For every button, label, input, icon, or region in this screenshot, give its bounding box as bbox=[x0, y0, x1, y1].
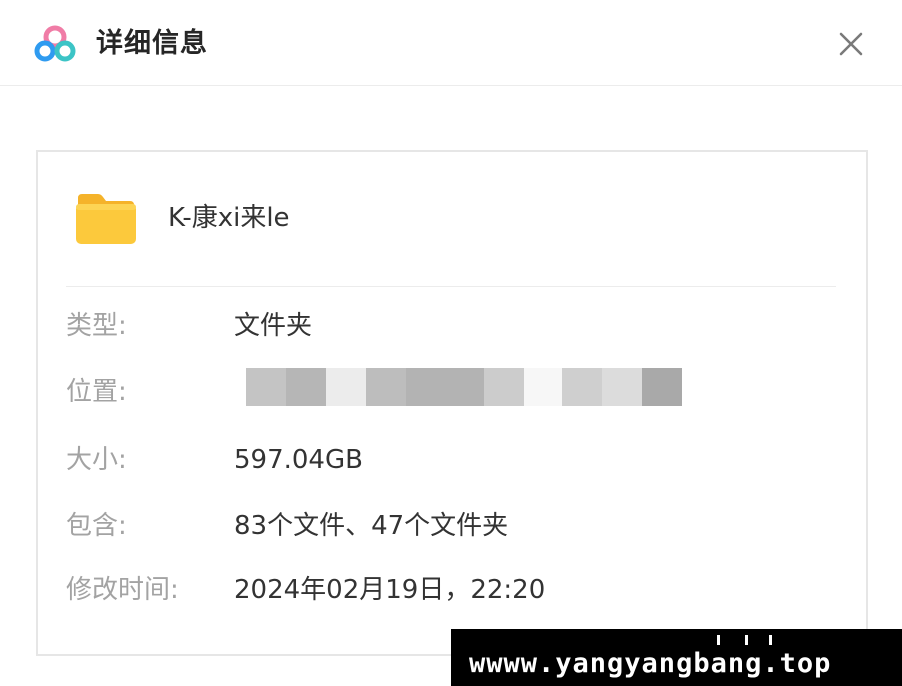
type-value: 文件夹 bbox=[234, 311, 313, 341]
size-label: 大小: bbox=[66, 445, 127, 475]
dialog-title: 详细信息 bbox=[96, 28, 208, 59]
info-panel: K-康xi来le 类型: 文件夹 位置: 大小: 597.04GB 包含: 83… bbox=[36, 150, 868, 656]
close-icon[interactable] bbox=[833, 26, 869, 62]
modified-label: 修改时间: bbox=[66, 575, 179, 605]
cloud-logo-icon bbox=[34, 25, 76, 62]
contains-label: 包含: bbox=[66, 511, 127, 541]
location-label: 位置: bbox=[66, 377, 127, 407]
folder-icon bbox=[76, 194, 136, 244]
watermark: wwww.yangyangbang.top bbox=[451, 629, 902, 686]
modified-value: 2024年02月19日，22:20 bbox=[234, 575, 546, 605]
size-value: 597.04GB bbox=[234, 445, 363, 475]
location-value-redacted bbox=[246, 368, 682, 406]
item-name: K-康xi来le bbox=[168, 203, 290, 233]
type-label: 类型: bbox=[66, 311, 127, 341]
contains-value: 83个文件、47个文件夹 bbox=[234, 511, 509, 541]
watermark-text: wwww.yangyangbang.top bbox=[469, 648, 832, 679]
divider bbox=[66, 286, 836, 287]
dialog-header: 详细信息 bbox=[0, 0, 902, 86]
